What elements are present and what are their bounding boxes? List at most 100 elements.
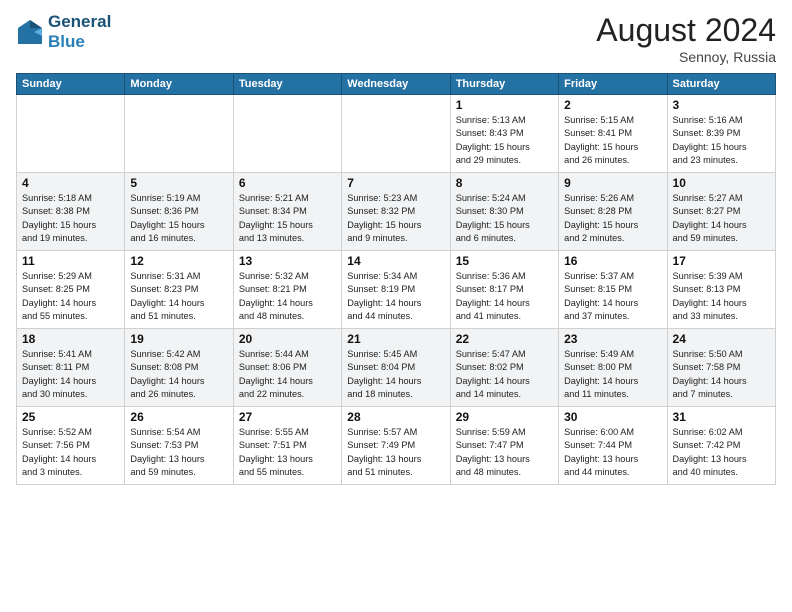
day-cell: 16 Sunrise: 5:37 AM Sunset: 8:15 PM Dayli… [559,251,667,329]
weekday-monday: Monday [125,74,233,95]
weekday-wednesday: Wednesday [342,74,450,95]
day-number: 16 [564,254,661,268]
day-detail: Sunrise: 5:47 AM Sunset: 8:02 PM Dayligh… [456,348,553,401]
day-number: 28 [347,410,444,424]
day-cell: 24 Sunrise: 5:50 AM Sunset: 7:58 PM Dayli… [667,329,775,407]
day-detail: Sunrise: 5:59 AM Sunset: 7:47 PM Dayligh… [456,426,553,479]
week-row-2: 4 Sunrise: 5:18 AM Sunset: 8:38 PM Daylig… [17,173,776,251]
logo-text: General Blue [48,12,111,51]
day-number: 15 [456,254,553,268]
week-row-4: 18Sunrise: 5:41 AM Sunset: 8:11 PM Dayli… [17,329,776,407]
day-detail: Sunrise: 5:13 AM Sunset: 8:43 PM Dayligh… [456,114,553,167]
day-detail: Sunrise: 5:29 AM Sunset: 8:25 PM Dayligh… [22,270,119,323]
header: General Blue August 2024 Sennoy, Russia [16,12,776,65]
day-detail: Sunrise: 5:36 AM Sunset: 8:17 PM Dayligh… [456,270,553,323]
day-number: 23 [564,332,661,346]
day-number: 11 [22,254,119,268]
day-detail: Sunrise: 5:50 AM Sunset: 7:58 PM Dayligh… [673,348,770,401]
day-detail: Sunrise: 5:32 AM Sunset: 8:21 PM Dayligh… [239,270,336,323]
day-number: 14 [347,254,444,268]
day-cell: 25Sunrise: 5:52 AM Sunset: 7:56 PM Dayli… [17,407,125,485]
day-number: 4 [22,176,119,190]
week-row-1: 1Sunrise: 5:13 AM Sunset: 8:43 PM Daylig… [17,95,776,173]
logo: General Blue [16,12,111,51]
day-number: 30 [564,410,661,424]
day-detail: Sunrise: 5:21 AM Sunset: 8:34 PM Dayligh… [239,192,336,245]
day-detail: Sunrise: 5:44 AM Sunset: 8:06 PM Dayligh… [239,348,336,401]
day-cell: 23 Sunrise: 5:49 AM Sunset: 8:00 PM Dayli… [559,329,667,407]
day-detail: Sunrise: 5:16 AM Sunset: 8:39 PM Dayligh… [673,114,770,167]
day-number: 13 [239,254,336,268]
day-cell: 26 Sunrise: 5:54 AM Sunset: 7:53 PM Dayli… [125,407,233,485]
day-cell: 15 Sunrise: 5:36 AM Sunset: 8:17 PM Dayli… [450,251,558,329]
day-number: 18 [22,332,119,346]
day-cell: 9 Sunrise: 5:26 AM Sunset: 8:28 PM Daylig… [559,173,667,251]
day-number: 12 [130,254,227,268]
day-cell: 17Sunrise: 5:39 AM Sunset: 8:13 PM Dayli… [667,251,775,329]
day-number: 10 [673,176,770,190]
day-detail: Sunrise: 5:39 AM Sunset: 8:13 PM Dayligh… [673,270,770,323]
week-row-5: 25Sunrise: 5:52 AM Sunset: 7:56 PM Dayli… [17,407,776,485]
day-cell: 8 Sunrise: 5:24 AM Sunset: 8:30 PM Daylig… [450,173,558,251]
day-cell: 27Sunrise: 5:55 AM Sunset: 7:51 PM Dayli… [233,407,341,485]
day-detail: Sunrise: 5:42 AM Sunset: 8:08 PM Dayligh… [130,348,227,401]
day-number: 5 [130,176,227,190]
day-detail: Sunrise: 5:24 AM Sunset: 8:30 PM Dayligh… [456,192,553,245]
day-number: 24 [673,332,770,346]
month-title: August 2024 [596,12,776,49]
day-detail: Sunrise: 5:49 AM Sunset: 8:00 PM Dayligh… [564,348,661,401]
day-detail: Sunrise: 5:15 AM Sunset: 8:41 PM Dayligh… [564,114,661,167]
day-number: 19 [130,332,227,346]
day-detail: Sunrise: 5:34 AM Sunset: 8:19 PM Dayligh… [347,270,444,323]
day-number: 26 [130,410,227,424]
day-cell: 2 Sunrise: 5:15 AM Sunset: 8:41 PM Daylig… [559,95,667,173]
weekday-header-row: SundayMondayTuesdayWednesdayThursdayFrid… [17,74,776,95]
weekday-sunday: Sunday [17,74,125,95]
day-cell: 10Sunrise: 5:27 AM Sunset: 8:27 PM Dayli… [667,173,775,251]
day-cell: 29 Sunrise: 5:59 AM Sunset: 7:47 PM Dayli… [450,407,558,485]
day-number: 31 [673,410,770,424]
day-number: 20 [239,332,336,346]
day-cell: 28 Sunrise: 5:57 AM Sunset: 7:49 PM Dayli… [342,407,450,485]
day-detail: Sunrise: 5:54 AM Sunset: 7:53 PM Dayligh… [130,426,227,479]
day-detail: Sunrise: 5:37 AM Sunset: 8:15 PM Dayligh… [564,270,661,323]
weekday-thursday: Thursday [450,74,558,95]
day-cell: 19 Sunrise: 5:42 AM Sunset: 8:08 PM Dayli… [125,329,233,407]
weekday-friday: Friday [559,74,667,95]
day-cell: 5Sunrise: 5:19 AM Sunset: 8:36 PM Daylig… [125,173,233,251]
day-cell [233,95,341,173]
day-cell: 21Sunrise: 5:45 AM Sunset: 8:04 PM Dayli… [342,329,450,407]
day-cell: 3 Sunrise: 5:16 AM Sunset: 8:39 PM Daylig… [667,95,775,173]
weekday-tuesday: Tuesday [233,74,341,95]
page: General Blue August 2024 Sennoy, Russia … [0,0,792,612]
day-number: 7 [347,176,444,190]
day-cell: 13 Sunrise: 5:32 AM Sunset: 8:21 PM Dayli… [233,251,341,329]
day-detail: Sunrise: 5:23 AM Sunset: 8:32 PM Dayligh… [347,192,444,245]
day-number: 3 [673,98,770,112]
day-number: 6 [239,176,336,190]
day-detail: Sunrise: 5:57 AM Sunset: 7:49 PM Dayligh… [347,426,444,479]
day-detail: Sunrise: 5:55 AM Sunset: 7:51 PM Dayligh… [239,426,336,479]
day-cell: 12 Sunrise: 5:31 AM Sunset: 8:23 PM Dayli… [125,251,233,329]
day-cell: 6 Sunrise: 5:21 AM Sunset: 8:34 PM Daylig… [233,173,341,251]
day-number: 21 [347,332,444,346]
day-detail: Sunrise: 5:18 AM Sunset: 8:38 PM Dayligh… [22,192,119,245]
day-cell [342,95,450,173]
location: Sennoy, Russia [596,49,776,65]
day-number: 2 [564,98,661,112]
day-cell: 30Sunrise: 6:00 AM Sunset: 7:44 PM Dayli… [559,407,667,485]
day-detail: Sunrise: 5:26 AM Sunset: 8:28 PM Dayligh… [564,192,661,245]
day-number: 9 [564,176,661,190]
day-detail: Sunrise: 5:31 AM Sunset: 8:23 PM Dayligh… [130,270,227,323]
day-cell: 7 Sunrise: 5:23 AM Sunset: 8:32 PM Daylig… [342,173,450,251]
day-cell: 31 Sunrise: 6:02 AM Sunset: 7:42 PM Dayli… [667,407,775,485]
day-cell: 18Sunrise: 5:41 AM Sunset: 8:11 PM Dayli… [17,329,125,407]
day-cell [125,95,233,173]
day-cell [17,95,125,173]
day-number: 29 [456,410,553,424]
day-detail: Sunrise: 6:02 AM Sunset: 7:42 PM Dayligh… [673,426,770,479]
logo-icon [16,18,44,46]
day-number: 8 [456,176,553,190]
day-cell: 11 Sunrise: 5:29 AM Sunset: 8:25 PM Dayli… [17,251,125,329]
day-detail: Sunrise: 5:52 AM Sunset: 7:56 PM Dayligh… [22,426,119,479]
